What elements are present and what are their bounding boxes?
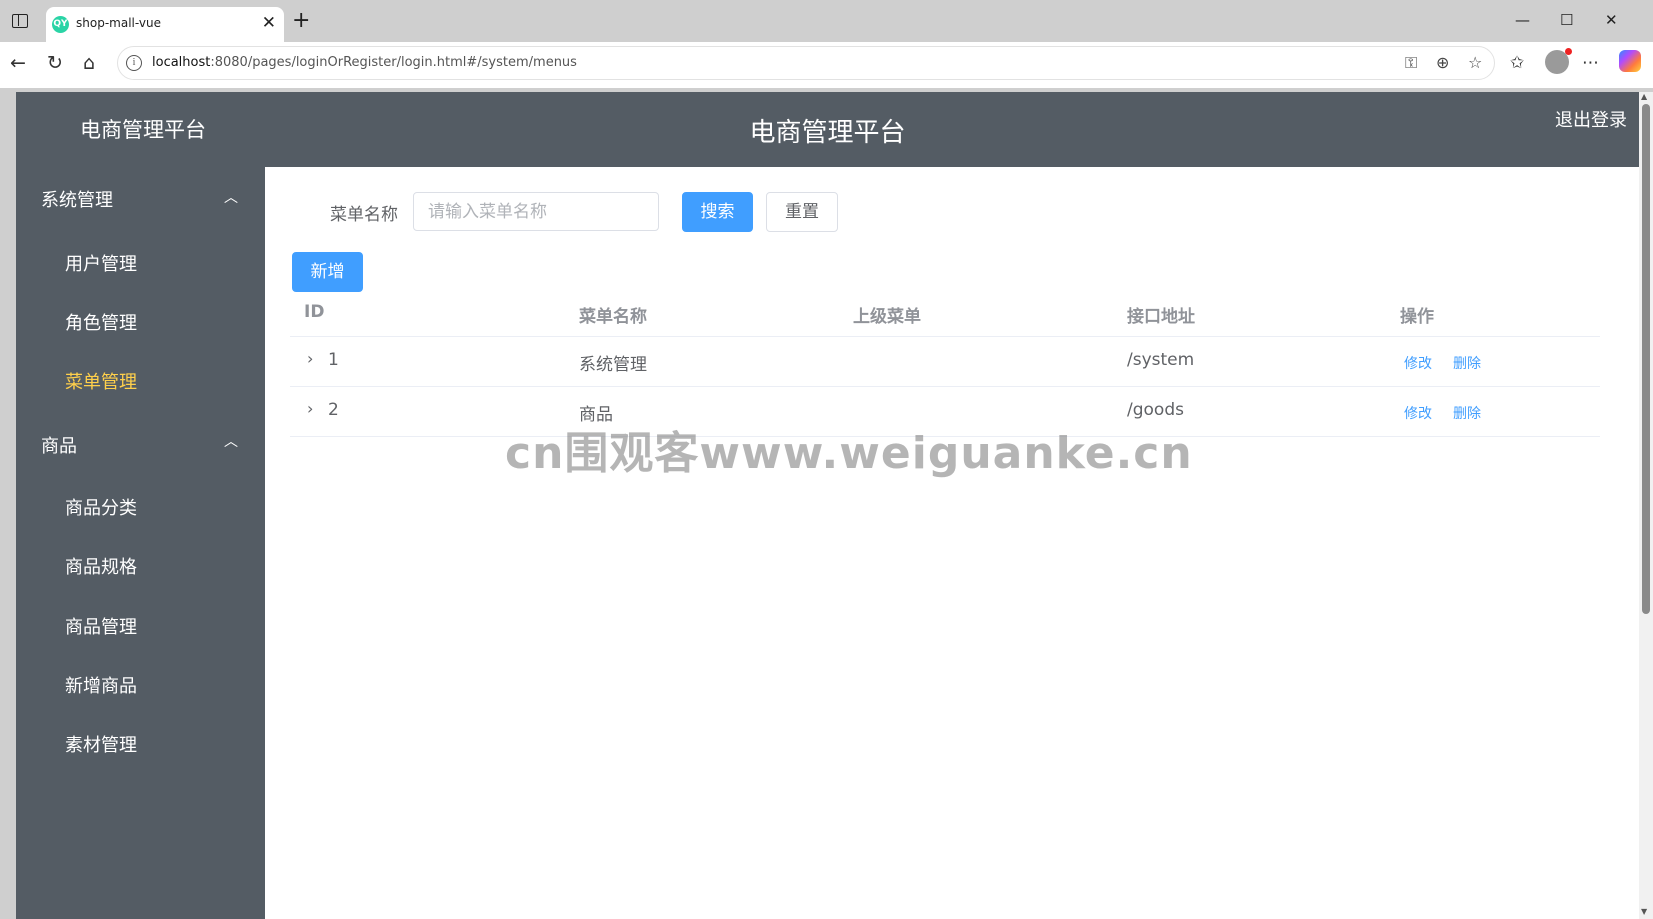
chevron-up-icon[interactable]: ︿ (224, 433, 238, 451)
add-button[interactable]: 新增 (292, 252, 363, 292)
url-text[interactable]: localhost:8080/pages/loginOrRegister/log… (152, 55, 577, 70)
reload-icon[interactable]: ↻ (47, 51, 63, 75)
tab-actions-icon[interactable] (12, 14, 28, 28)
column-header-name: 菜单名称 (579, 307, 647, 327)
browser-toolbar: ← ↻ ⌂ i localhost:8080/pages/loginOrRegi… (0, 42, 1653, 88)
tab-title: shop-mall-vue (76, 16, 161, 30)
search-button[interactable]: 搜索 (682, 192, 753, 232)
sidebar-item-categories[interactable]: 商品分类 (65, 494, 137, 520)
cell-name: 系统管理 (579, 355, 647, 375)
home-icon[interactable]: ⌂ (83, 51, 95, 75)
expand-arrow-icon[interactable]: › (307, 349, 313, 368)
address-bar[interactable]: i localhost:8080/pages/loginOrRegister/l… (117, 46, 1495, 80)
new-tab-icon[interactable]: + (292, 8, 310, 34)
main-content: 菜单名称 搜索 重置 新增 ID 菜单名称 上级菜单 接口地址 操作 › 1 系… (265, 167, 1639, 919)
edit-link[interactable]: 修改 (1404, 353, 1432, 373)
browser-tab-bar: QY shop-mall-vue ✕ + — ☐ ✕ (0, 0, 1653, 42)
delete-link[interactable]: 删除 (1453, 353, 1481, 373)
sidebar-group-system[interactable]: 系统管理 (41, 186, 113, 212)
delete-link[interactable]: 删除 (1453, 403, 1481, 423)
chevron-up-icon[interactable]: ︿ (224, 189, 238, 207)
page-viewport: 电商管理平台 电商管理平台 退出登录 系统管理 ︿ 用户管理 角色管理 菜单管理… (16, 92, 1639, 919)
app-header: 电商管理平台 电商管理平台 退出登录 (16, 92, 1639, 167)
sidebar: 系统管理 ︿ 用户管理 角色管理 菜单管理 商品 ︿ 商品分类 商品规格 商品管… (16, 167, 265, 919)
edit-link[interactable]: 修改 (1404, 403, 1432, 423)
logout-link[interactable]: 退出登录 (1555, 106, 1627, 132)
page-title: 电商管理平台 (749, 118, 906, 148)
scrollbar-thumb[interactable] (1642, 104, 1650, 614)
scroll-up-icon[interactable]: ▲ (1641, 92, 1647, 101)
expand-arrow-icon[interactable]: › (307, 399, 313, 418)
more-menu-icon[interactable]: ⋯ (1582, 52, 1599, 74)
copilot-icon[interactable] (1619, 50, 1641, 72)
cell-id: 2 (328, 400, 339, 420)
sidebar-item-roles[interactable]: 角色管理 (65, 309, 137, 335)
search-label: 菜单名称 (330, 205, 398, 225)
site-info-icon[interactable]: i (126, 55, 142, 71)
column-header-id: ID (304, 302, 325, 322)
sidebar-item-users[interactable]: 用户管理 (65, 250, 137, 276)
reset-button[interactable]: 重置 (766, 192, 838, 232)
sidebar-item-materials[interactable]: 素材管理 (65, 731, 137, 757)
zoom-icon[interactable]: ⊕ (1436, 53, 1449, 73)
cell-path: /system (1127, 350, 1195, 370)
browser-tab[interactable]: QY shop-mall-vue ✕ (46, 7, 284, 42)
favorite-star-icon[interactable]: ☆ (1468, 53, 1482, 73)
sidebar-item-goods[interactable]: 商品管理 (65, 613, 137, 639)
profile-avatar[interactable] (1545, 48, 1572, 74)
maximize-icon[interactable]: ☐ (1560, 8, 1573, 32)
sidebar-item-add-goods[interactable]: 新增商品 (65, 672, 137, 698)
column-header-actions: 操作 (1400, 307, 1434, 327)
page-scrollbar[interactable]: ▲ ▼ (1639, 92, 1653, 919)
table-row: › 1 系统管理 /system 修改 删除 (290, 336, 1600, 386)
sidebar-item-menus[interactable]: 菜单管理 (65, 368, 137, 394)
sidebar-item-specs[interactable]: 商品规格 (65, 553, 137, 579)
favorites-icon[interactable]: ✩ (1510, 52, 1524, 74)
minimize-icon[interactable]: — (1515, 8, 1530, 32)
scroll-down-icon[interactable]: ▼ (1641, 907, 1647, 916)
menu-name-search-input[interactable] (413, 192, 659, 231)
favicon-icon: QY (52, 16, 69, 33)
key-icon[interactable]: ⚿ (1405, 53, 1417, 73)
back-icon[interactable]: ← (10, 51, 26, 75)
tab-close-icon[interactable]: ✕ (262, 13, 276, 33)
sidebar-group-goods[interactable]: 商品 (41, 432, 77, 458)
column-header-path: 接口地址 (1127, 307, 1195, 327)
window-close-icon[interactable]: ✕ (1605, 8, 1618, 32)
cell-id: 1 (328, 350, 339, 370)
column-header-parent: 上级菜单 (853, 307, 921, 327)
watermark: cn围观客www.weiguanke.cn (505, 428, 1193, 479)
